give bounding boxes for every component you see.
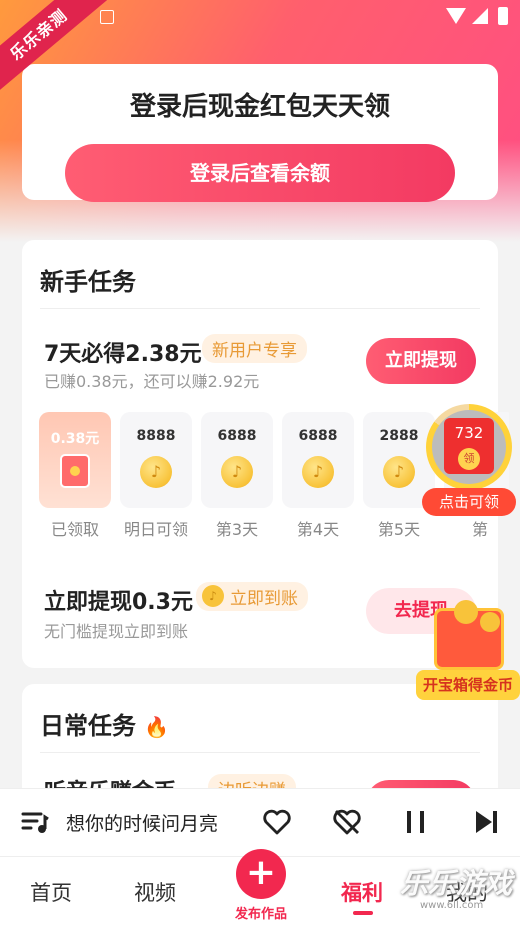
day-label: 第5天 (377, 520, 421, 539)
new-user-tag: 新用户专享 (202, 334, 307, 363)
check-balance-button[interactable]: 登录后查看余额 (65, 144, 455, 202)
day-label: 第3天 (215, 520, 259, 539)
watermark-text: 乐乐游戏 (400, 867, 513, 900)
withdraw-task-subtitle: 无门槛提现立即到账 (44, 622, 189, 641)
mini-player[interactable]: 想你的时候问月亮 (0, 788, 520, 856)
day-card-2[interactable]: 8888 ♪ (120, 412, 192, 508)
day-card-3[interactable]: 6888 ♪ (201, 412, 273, 508)
tab-publish[interactable]: 发布作品 (226, 903, 296, 922)
music-coin-icon: ♪ (302, 456, 334, 488)
red-envelope-icon (60, 454, 90, 488)
day-label: 明日可领 (123, 520, 188, 539)
notification-icon (100, 10, 114, 24)
day-label: 已领取 (50, 520, 99, 539)
withdraw-task-title: 立即提现0.3元 (44, 590, 193, 615)
daily-title-text: 日常任务 (40, 712, 136, 740)
signal-icon (472, 8, 488, 24)
login-card: 登录后现金红包天天领 登录后查看余额 (22, 64, 498, 202)
playlist-icon[interactable] (20, 807, 50, 844)
watermark-logo: 乐乐游戏 www.6ll.com (400, 862, 520, 922)
tab-welfare[interactable]: 福利 (341, 877, 383, 907)
battery-icon (498, 7, 508, 25)
divider (40, 752, 480, 753)
task-7day-title: 7天必得2.38元 (44, 342, 202, 367)
coin-icon (454, 600, 478, 624)
daily-section-title: 日常任务 🔥 (40, 706, 169, 741)
checkin-day-labels: 已领取 明日可领 第3天 第4天 第5天 第 (39, 516, 509, 540)
click-to-claim-label[interactable]: 点击可领 (422, 488, 516, 516)
day-value: 0.38元 (50, 431, 100, 447)
day-card-1[interactable]: 0.38元 (39, 412, 111, 508)
tab-home[interactable]: 首页 (30, 877, 72, 907)
login-card-title: 登录后现金红包天天领 (129, 92, 390, 122)
song-title[interactable]: 想你的时候问月亮 (66, 809, 218, 836)
day-card-4[interactable]: 6888 ♪ (282, 412, 354, 508)
music-coin-icon: ♪ (221, 456, 253, 488)
active-tab-indicator (353, 911, 373, 915)
divider (40, 308, 480, 309)
fire-icon: 🔥 (144, 715, 170, 739)
coin-icon (480, 612, 500, 632)
task-7day-subtitle: 已赚0.38元，还可以赚2.92元 (44, 372, 260, 391)
wifi-icon (446, 8, 466, 24)
watermark-url: www.6ll.com (420, 900, 484, 911)
instant-tag-label: 立即到账 (230, 589, 298, 609)
day-value: 6888 (298, 428, 338, 444)
day-label: 第4天 (296, 520, 340, 539)
publish-plus-icon[interactable]: + (236, 849, 286, 899)
floating-red-packet[interactable]: 732 领 点击可领 (422, 404, 516, 516)
next-icon[interactable] (472, 807, 500, 844)
dislike-heart-icon[interactable] (332, 807, 362, 844)
music-coin-icon: ♪ (140, 456, 172, 488)
packet-claim-badge: 领 (458, 448, 480, 470)
day-value: 6888 (217, 428, 257, 444)
newbie-section-title: 新手任务 (40, 268, 136, 296)
treasure-box[interactable]: 开宝箱得金币 (416, 600, 520, 704)
packet-amount: 732 (454, 424, 484, 442)
withdraw-now-button[interactable]: 立即提现 (366, 338, 476, 384)
heart-icon[interactable] (262, 807, 292, 844)
tab-video[interactable]: 视频 (134, 877, 176, 907)
day-value: 8888 (136, 428, 176, 444)
coin-icon: ♪ (202, 585, 224, 607)
day-label: 第 (471, 520, 488, 539)
pause-icon[interactable] (403, 807, 429, 844)
treasure-box-label: 开宝箱得金币 (416, 670, 520, 700)
instant-tag: ♪ 立即到账 (196, 582, 308, 611)
music-coin-icon: ♪ (383, 456, 415, 488)
